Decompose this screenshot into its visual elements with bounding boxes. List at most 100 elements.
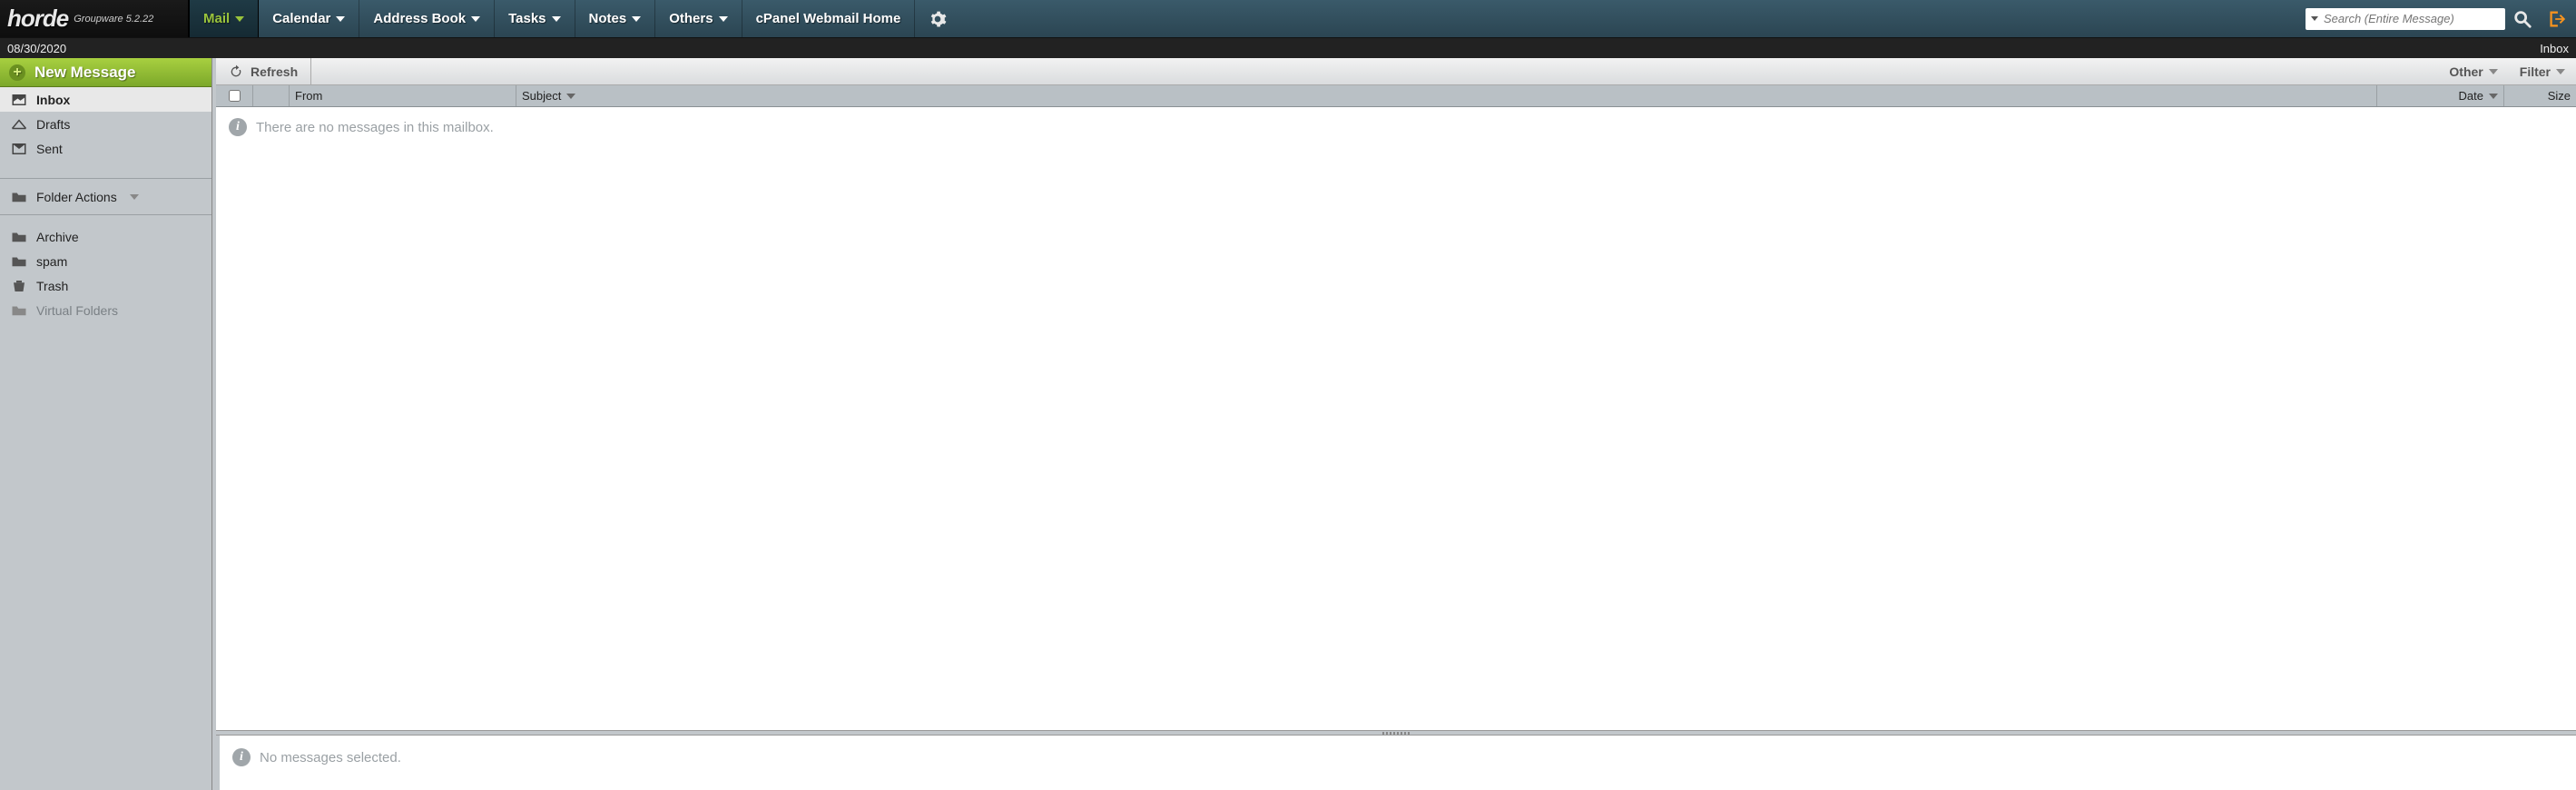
folder-trash[interactable]: Trash (0, 273, 211, 298)
sort-desc-icon (2489, 94, 2498, 99)
chevron-down-icon (719, 16, 728, 22)
filter-dropdown[interactable]: Filter (2509, 64, 2576, 79)
folder-virtual[interactable]: Virtual Folders (0, 298, 211, 322)
filter-label: Filter (2520, 64, 2551, 79)
refresh-icon (229, 64, 243, 79)
nav-cpanel-label: cPanel Webmail Home (756, 11, 901, 26)
nav-notes[interactable]: Notes (575, 0, 656, 37)
column-subject[interactable]: Subject (516, 85, 2376, 106)
drafts-icon (11, 117, 27, 132)
nav-notes-label: Notes (589, 11, 627, 26)
nav-mail[interactable]: Mail (189, 0, 259, 37)
folder-icon (11, 254, 27, 269)
preview-empty: i No messages selected. (232, 748, 2563, 766)
chevron-down-icon (632, 16, 641, 22)
chevron-down-icon[interactable] (2311, 16, 2318, 21)
brand-logo: horde (7, 5, 68, 33)
folder-virtual-label: Virtual Folders (36, 303, 118, 318)
nav-calendar[interactable]: Calendar (259, 0, 359, 37)
new-message-label: New Message (34, 64, 136, 82)
nav-addressbook-label: Address Book (373, 11, 466, 26)
column-headers: From Subject Date Size (216, 85, 2576, 107)
refresh-button[interactable]: Refresh (216, 58, 311, 84)
nav-addressbook[interactable]: Address Book (359, 0, 495, 37)
nav-items: Mail Calendar Address Book Tasks Notes O… (189, 0, 915, 37)
nav-calendar-label: Calendar (272, 11, 330, 26)
sub-bar: 08/30/2020 Inbox (0, 38, 2576, 58)
column-date-label: Date (2459, 89, 2483, 103)
chevron-down-icon (2556, 69, 2565, 74)
logout-button[interactable] (2540, 9, 2567, 29)
nav-tasks[interactable]: Tasks (495, 0, 575, 37)
chevron-down-icon (552, 16, 561, 22)
search-button[interactable] (2512, 9, 2532, 29)
flag-column[interactable] (252, 85, 289, 106)
select-all-checkbox[interactable] (229, 90, 241, 102)
folder-sent-label: Sent (36, 142, 63, 156)
chevron-down-icon (336, 16, 345, 22)
column-size[interactable]: Size (2503, 85, 2576, 106)
brand-tagline: Groupware 5.2.22 (74, 14, 153, 25)
other-dropdown[interactable]: Other (2438, 64, 2508, 79)
search-box[interactable] (2306, 8, 2505, 30)
select-all-column[interactable] (216, 90, 252, 102)
folder-inbox[interactable]: Inbox (0, 87, 211, 112)
chevron-down-icon (130, 194, 139, 200)
folder-actions-label: Folder Actions (36, 190, 117, 204)
sort-desc-icon (566, 94, 575, 99)
main-area: + New Message Inbox Drafts Sent (0, 58, 2576, 790)
folder-spam[interactable]: spam (0, 249, 211, 273)
folder-spam-label: spam (36, 254, 67, 269)
settings-button[interactable] (915, 0, 960, 37)
nav-others[interactable]: Others (655, 0, 742, 37)
folder-actions[interactable]: Folder Actions (0, 184, 211, 209)
folder-icon (11, 303, 27, 318)
subbar-context: Inbox (2540, 42, 2569, 55)
mail-toolbar: Refresh Other Filter (216, 58, 2576, 85)
nav-mail-label: Mail (203, 11, 230, 26)
search-input[interactable] (2324, 12, 2500, 25)
folder-trash-label: Trash (36, 279, 68, 293)
search-icon (2512, 9, 2532, 29)
trash-icon (11, 279, 27, 293)
inbox-icon (11, 93, 27, 107)
brand-area: horde Groupware 5.2.22 (0, 0, 189, 37)
folder-icon (11, 230, 27, 244)
folder-archive[interactable]: Archive (0, 224, 211, 249)
info-icon: i (232, 748, 251, 766)
empty-mailbox-text: There are no messages in this mailbox. (256, 120, 494, 135)
folder-sent[interactable]: Sent (0, 136, 211, 161)
column-size-label: Size (2548, 89, 2571, 103)
other-label: Other (2449, 64, 2483, 79)
new-message-button[interactable]: + New Message (0, 58, 211, 87)
preview-empty-text: No messages selected. (260, 750, 401, 765)
refresh-label: Refresh (251, 64, 298, 79)
message-list: i There are no messages in this mailbox. (216, 107, 2576, 730)
nav-cpanel[interactable]: cPanel Webmail Home (742, 0, 916, 37)
column-from[interactable]: From (289, 85, 516, 106)
folder-archive-label: Archive (36, 230, 79, 244)
nav-others-label: Others (669, 11, 713, 26)
preview-pane: i No messages selected. (216, 736, 2576, 790)
nav-tasks-label: Tasks (508, 11, 546, 26)
empty-mailbox-message: i There are no messages in this mailbox. (229, 118, 2563, 136)
sidebar: + New Message Inbox Drafts Sent (0, 58, 212, 790)
gear-icon (929, 10, 947, 28)
column-date[interactable]: Date (2376, 85, 2503, 106)
folder-inbox-label: Inbox (36, 93, 70, 107)
folder-drafts[interactable]: Drafts (0, 112, 211, 136)
chevron-down-icon (235, 16, 244, 22)
column-subject-label: Subject (522, 89, 561, 103)
splitter-handle[interactable] (216, 730, 2576, 736)
logout-icon (2547, 9, 2567, 29)
search-area (2296, 0, 2576, 37)
column-from-label: From (295, 89, 322, 103)
sent-icon (11, 142, 27, 156)
folder-drafts-label: Drafts (36, 117, 70, 132)
chevron-down-icon (2489, 69, 2498, 74)
content-area: Refresh Other Filter From Subject (212, 58, 2576, 790)
top-nav: horde Groupware 5.2.22 Mail Calendar Add… (0, 0, 2576, 38)
folder-icon (11, 190, 27, 204)
plus-icon: + (9, 64, 25, 81)
subbar-date: 08/30/2020 (7, 42, 66, 55)
